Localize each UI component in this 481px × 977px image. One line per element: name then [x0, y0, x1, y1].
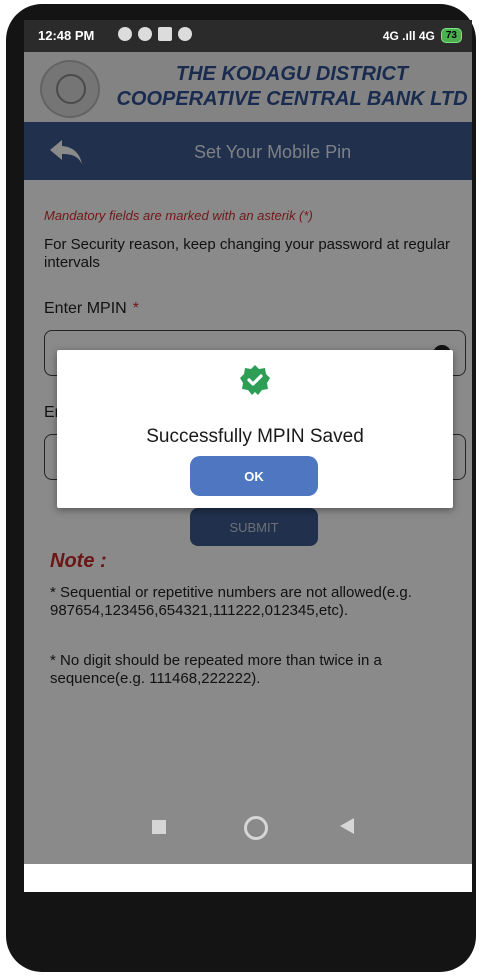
success-dialog: Successfully MPIN Saved OK — [57, 350, 453, 508]
signal-icon: 4G .ıll 4G — [382, 28, 435, 43]
phone-frame: 12:48 PM 4G .ıll 4G 73 THE KODAGU DISTRI… — [6, 4, 476, 972]
home-icon[interactable] — [244, 816, 268, 840]
nav-back-icon[interactable] — [340, 818, 354, 834]
facebook-icon — [158, 27, 172, 41]
notification-icons — [118, 27, 192, 41]
dot-icon — [178, 27, 192, 41]
status-bar: 12:48 PM 4G .ıll 4G 73 — [24, 20, 472, 52]
dot-icon — [138, 27, 152, 41]
status-time: 12:48 PM — [38, 28, 95, 43]
android-nav-bar — [24, 792, 472, 864]
verified-check-icon — [240, 365, 270, 395]
chat-icon — [118, 27, 132, 41]
battery-icon: 73 — [440, 28, 462, 43]
screen: 12:48 PM 4G .ıll 4G 73 THE KODAGU DISTRI… — [24, 20, 472, 892]
bottom-strip — [24, 864, 472, 892]
recents-icon[interactable] — [152, 820, 166, 834]
ok-button[interactable]: OK — [190, 456, 318, 496]
dialog-message: Successfully MPIN Saved — [146, 426, 364, 447]
status-right: 4G .ıll 4G 73 — [383, 28, 462, 43]
